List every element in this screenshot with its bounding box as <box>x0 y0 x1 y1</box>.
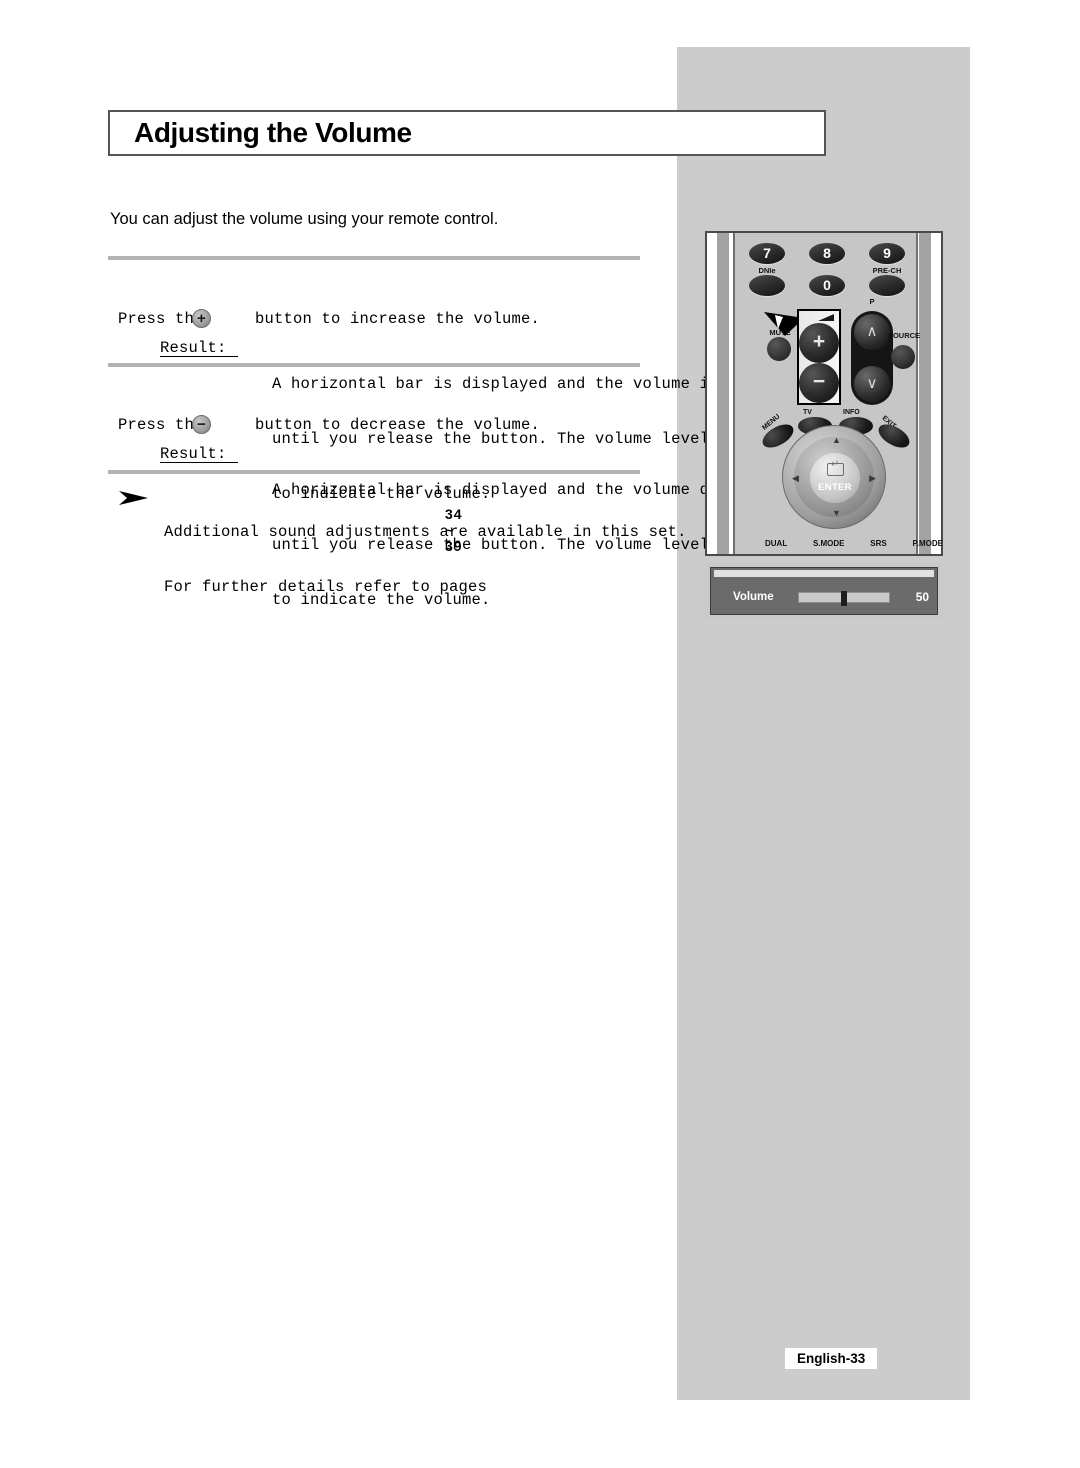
nav-left-icon: ◀ <box>792 473 799 483</box>
osd-volume-slider <box>797 590 890 606</box>
note-text: Additional sound adjustments are availab… <box>164 487 687 633</box>
osd-panel: Volume 50 <box>710 567 938 615</box>
enter-icon <box>826 459 844 476</box>
srs-label: SRS <box>870 539 887 548</box>
volume-triangle-icon <box>818 314 834 321</box>
remote-key-volume-down: − <box>799 363 839 403</box>
info-label: INFO <box>843 409 860 416</box>
page-title: Adjusting the Volume <box>134 117 412 148</box>
remote-key-8: 8 <box>809 243 845 264</box>
page-footer: English-33 <box>785 1348 878 1369</box>
divider-top <box>108 256 640 260</box>
remote-control-illustration: 7 8 9 DNIe PRE-CH 0 MUTE + − P ∧ ∨ SOURC… <box>705 231 943 556</box>
osd-volume-knob <box>840 590 847 606</box>
source-label: SOURCE <box>887 331 921 340</box>
remote-key-mute <box>767 337 791 361</box>
intro-text: You can adjust the volume using your rem… <box>110 210 499 228</box>
remote-key-dnie <box>749 275 785 296</box>
remote-body: 7 8 9 DNIe PRE-CH 0 MUTE + − P ∧ ∨ SOURC… <box>733 233 943 554</box>
osd-volume-value: 50 <box>915 590 930 604</box>
osd-title-bar <box>714 570 934 577</box>
result-label: Result: <box>160 339 238 357</box>
enter-label: ENTER <box>818 482 852 493</box>
remote-right-strip <box>919 233 931 554</box>
remote-key-9: 9 <box>869 243 905 264</box>
pmode-label: P.MODE <box>912 539 943 548</box>
remote-key-0: 0 <box>809 275 845 296</box>
p-label: P <box>869 297 875 306</box>
nav-right-icon: ▶ <box>869 473 876 483</box>
remote-key-enter: ENTER <box>810 453 860 503</box>
remote-key-channel-down: ∨ <box>854 366 890 402</box>
manual-page: Adjusting the Volume You can adjust the … <box>0 0 1080 1468</box>
page-reference: 34 ~ 39 <box>445 506 463 554</box>
page-title-box: Adjusting the Volume <box>108 110 826 156</box>
volume-keys-highlight: + − <box>797 309 841 405</box>
smode-label: S.MODE <box>812 539 845 548</box>
dnie-label: DNIe <box>758 266 776 275</box>
note-line: For further details refer to pages <box>164 578 488 596</box>
volume-osd: Volume 50 <box>705 562 943 620</box>
dual-label: DUAL <box>765 539 788 548</box>
remote-key-pre-ch <box>869 275 905 296</box>
remote-key-source <box>891 345 915 369</box>
tv-label: TV <box>803 409 812 416</box>
remote-bottom-labels: DUAL S.MODE SRS P.MODE <box>765 539 943 548</box>
remote-key-volume-up: + <box>799 323 839 363</box>
remote-channel-rocker: ∧ ∨ <box>851 311 893 405</box>
nav-up-icon: ▲ <box>832 435 841 445</box>
remote-navigation-wheel: ▲ ▼ ◀ ▶ ENTER <box>782 425 886 529</box>
arrow-bullet-icon <box>119 491 148 505</box>
pre-ch-label: PRE-CH <box>872 266 902 275</box>
osd-volume-label: Volume <box>733 591 774 603</box>
mute-label: MUTE <box>769 328 791 337</box>
nav-down-icon: ▼ <box>832 508 841 518</box>
osd-volume-row: Volume 50 <box>711 584 937 610</box>
result-label: Result: <box>160 445 238 463</box>
remote-left-strip <box>717 233 729 554</box>
remote-key-7: 7 <box>749 243 785 264</box>
note-line: Additional sound adjustments are availab… <box>164 523 687 541</box>
